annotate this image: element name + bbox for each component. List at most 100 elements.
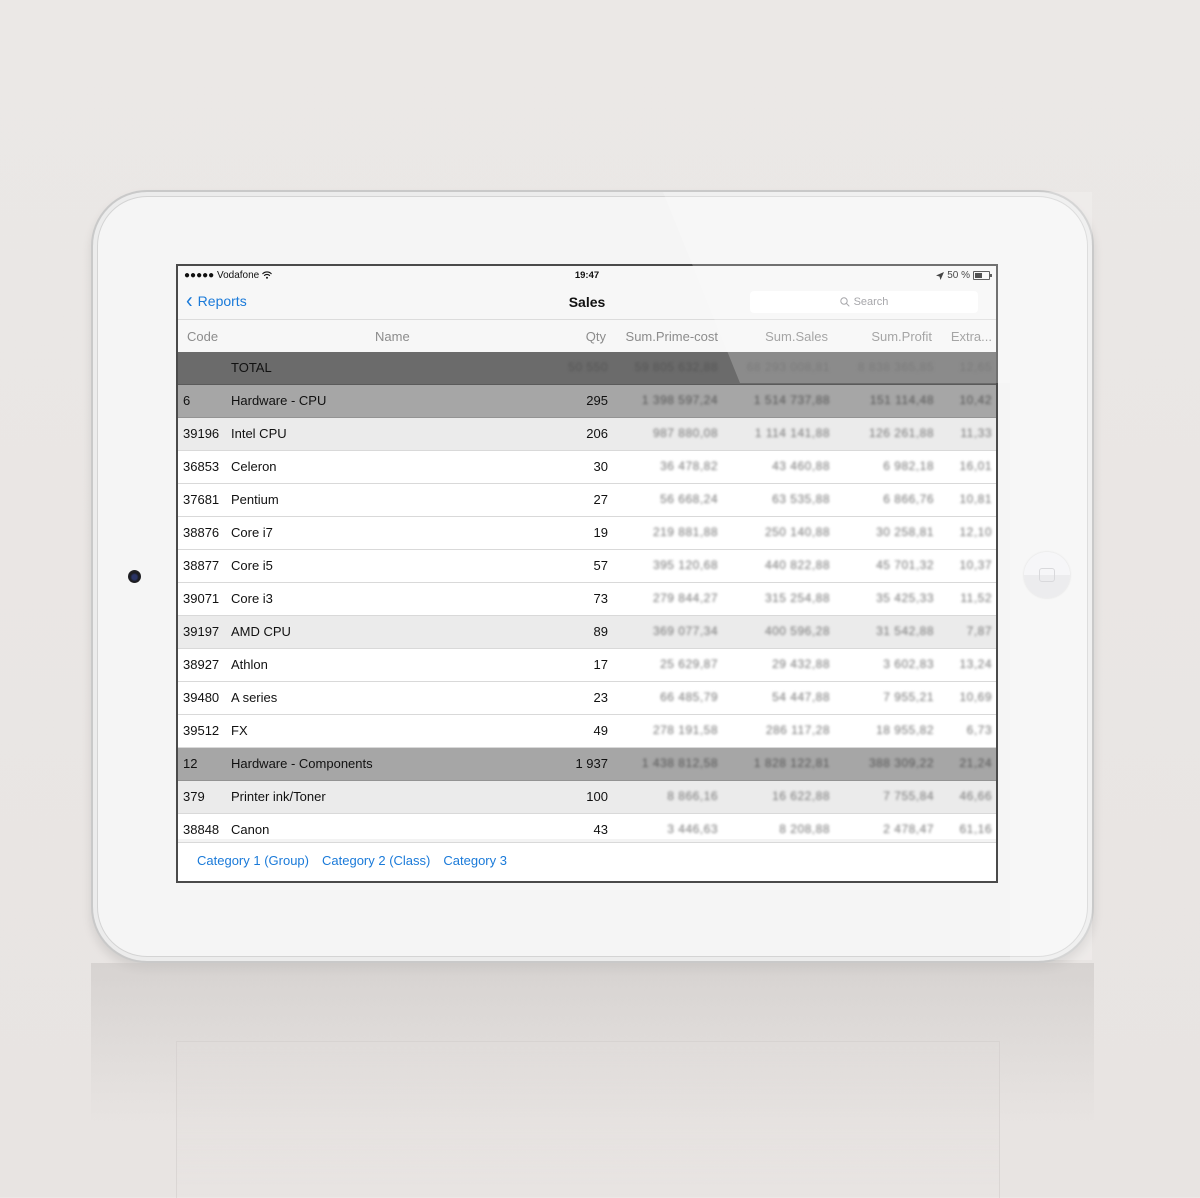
cell-qty: 23 [593,690,608,705]
cell-profit: 31 542,88 [876,624,934,638]
column-header-qty[interactable]: Qty [586,329,606,344]
cell-profit: 3 602,83 [883,657,934,671]
battery-icon [973,271,992,280]
cell-qty: 89 [593,624,608,639]
cell-profit: 6 866,76 [883,492,934,506]
subgroup-row[interactable]: 39196 Intel CPU 206 987 880,08 1 114 141,88 1… [178,418,996,451]
column-header-code[interactable]: Code [187,329,218,344]
table-row[interactable]: 38877 Core i5 57 395 120,68 440 822,88 45 701… [178,550,996,583]
table-row[interactable]: 37681 Pentium 27 56 668,24 63 535,88 6 866,76… [178,484,996,517]
cell-name: A series [231,690,278,705]
tab-category-1[interactable]: Category 1 (Group) [197,853,309,868]
cell-prime-cost: 369 077,34 [652,624,718,638]
cell-profit: 7 755,84 [883,789,934,803]
column-header-sales[interactable]: Sum.Sales [765,329,828,344]
cell-sales: 250 140,88 [764,525,830,539]
cell-name: TOTAL [231,360,272,375]
cell-code: 39480 [183,690,220,705]
column-header-extra[interactable]: Extra... [951,329,992,344]
cell-name: Printer ink/Toner [231,789,326,804]
cell-qty: 73 [593,591,608,606]
column-header-profit[interactable]: Sum.Profit [871,329,932,344]
category-tab-bar: Category 1 (Group) Category 2 (Class) Ca… [178,842,996,881]
cell-qty: 19 [593,525,608,540]
cell-code: 379 [183,789,205,804]
battery-percent: 50 % [947,270,970,281]
cell-name: Hardware - CPU [231,393,327,408]
cell-profit: 6 982,18 [883,459,934,473]
table-row[interactable]: 39071 Core i3 73 279 844,27 315 254,88 35 425… [178,583,996,616]
cell-name: FX [231,723,248,738]
cell-profit: 18 955,82 [876,723,934,737]
cell-sales: 440 822,88 [764,558,830,572]
cell-sales: 63 535,88 [772,492,830,506]
cell-profit: 35 425,33 [876,591,934,605]
cell-sales: 1 514 737,88 [753,393,830,407]
column-header-name[interactable]: Name [375,329,410,344]
cell-prime-cost: 56 668,24 [660,492,718,506]
app-screen: ●●●●● Vodafone 19:47 50 % ‹ Reports Sale… [176,264,998,883]
cell-extra: 16,01 [959,459,992,473]
cell-name: Intel CPU [231,426,287,441]
cell-code: 38876 [183,525,220,540]
cell-code: 39512 [183,723,220,738]
cell-extra: 6,73 [966,723,992,737]
cell-sales: 1 114 141,88 [754,426,830,440]
cell-extra: 12,65 [959,360,992,374]
cell-qty: 100 [586,789,608,804]
cell-code: 38848 [183,822,220,837]
cell-extra: 13,24 [959,657,992,671]
tab-category-3[interactable]: Category 3 [443,853,507,868]
cell-profit: 30 258,81 [876,525,934,539]
group-row[interactable]: 6 Hardware - CPU 295 1 398 597,24 1 514 737,… [178,385,996,418]
cell-extra: 21,24 [959,756,992,770]
cell-prime-cost: 1 398 597,24 [641,393,718,407]
table-row[interactable]: 39480 A series 23 66 485,79 54 447,88 7 955,2… [178,682,996,715]
cell-qty: 43 [593,822,608,837]
group-row[interactable]: 12 Hardware - Components 1 937 1 438 812,58… [178,748,996,781]
subgroup-row[interactable]: 379 Printer ink/Toner 100 8 866,16 16 622,88… [178,781,996,814]
cell-profit: 8 838 365,85 [857,360,934,374]
cell-profit: 2 478,47 [883,822,934,836]
status-right: 50 % [936,270,992,281]
table-header: Code Name Qty Sum.Prime-cost Sum.Sales S… [178,320,996,352]
cell-prime-cost: 219 881,88 [652,525,718,539]
cell-extra: 10,69 [959,690,992,704]
cell-extra: 61,16 [959,822,992,836]
cell-extra: 12,10 [959,525,992,539]
cell-extra: 10,42 [959,393,992,407]
cell-prime-cost: 395 120,68 [652,558,718,572]
cell-prime-cost: 25 629,87 [660,657,718,671]
ipad-reflection [91,963,1094,1198]
cell-qty: 1 937 [575,756,608,771]
subgroup-row[interactable]: 39197 AMD CPU 89 369 077,34 400 596,28 31 542… [178,616,996,649]
cell-code: 12 [183,756,198,771]
total-row[interactable]: TOTAL 50 550 59 805 632,88 68 293 008,81 8 8… [178,352,996,385]
column-header-prime-cost[interactable]: Sum.Prime-cost [626,329,718,344]
table-row[interactable]: 38876 Core i7 19 219 881,88 250 140,88 30 258… [178,517,996,550]
cell-name: Core i7 [231,525,273,540]
cell-code: 36853 [183,459,220,474]
table-row[interactable]: 36853 Celeron 30 36 478,82 43 460,88 6 982,18… [178,451,996,484]
cell-qty: 49 [593,723,608,738]
cell-extra: 11,33 [960,426,992,440]
table-row[interactable]: 39512 FX 49 278 191,58 286 117,28 18 955,82 6,… [178,715,996,748]
cell-sales: 68 293 008,81 [746,360,830,374]
home-button[interactable] [1024,552,1070,598]
cell-prime-cost: 278 191,58 [652,723,718,737]
cell-prime-cost: 36 478,82 [660,459,718,473]
cell-qty: 50 550 [568,360,608,374]
cell-sales: 8 208,88 [779,822,830,836]
search-icon [839,297,850,307]
search-input[interactable]: Search [750,291,978,313]
cell-qty: 27 [593,492,608,507]
tab-category-2[interactable]: Category 2 (Class) [322,853,430,868]
cell-prime-cost: 66 485,79 [660,690,718,704]
cell-qty: 57 [593,558,608,573]
location-arrow-icon [936,271,945,280]
cell-sales: 43 460,88 [772,459,830,473]
table-row[interactable]: 38927 Athlon 17 25 629,87 29 432,88 3 602,83 1… [178,649,996,682]
cell-qty: 17 [593,657,608,672]
cell-prime-cost: 279 844,27 [652,591,718,605]
cell-qty: 206 [586,426,608,441]
